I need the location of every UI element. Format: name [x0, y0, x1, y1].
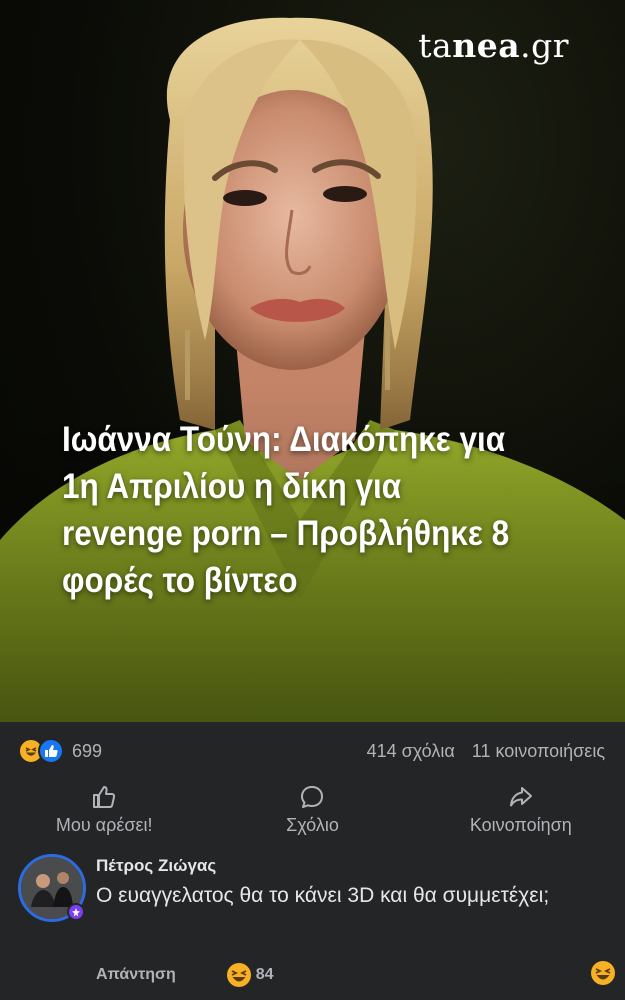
haha-icon [226, 963, 251, 987]
comments-count[interactable]: 414 σχόλια [367, 741, 455, 761]
post-stats: 699 414 σχόλια 11 κοινοποιήσεις [0, 722, 625, 780]
profile-badge-icon [67, 903, 85, 921]
shares-count[interactable]: 11 κοινοποιήσεις [472, 741, 605, 761]
comment-label: Σχόλιο [286, 815, 339, 835]
brand-logo: tanea.gr [418, 26, 569, 65]
comment-reactions[interactable]: 84 [226, 962, 274, 988]
share-label: Κοινοποίηση [469, 815, 572, 835]
post-headline: Ιωάννα Τούνη: Διακόπηκε για 1η Απριλίου … [62, 420, 510, 600]
post-image[interactable]: tanea.gr Ιωάννα Τούνη: Διακόπηκε για 1η … [0, 0, 625, 722]
comment-author[interactable]: Πέτρος Ζιώγας [96, 856, 601, 876]
share-icon [509, 787, 532, 807]
reactions-count: 699 [72, 740, 103, 761]
like-label: Μου αρέσει! [55, 815, 153, 835]
comment-button[interactable]: Σχόλιο [212, 784, 412, 836]
reply-button[interactable]: Απάντηση [96, 966, 176, 984]
like-icon [38, 738, 64, 764]
reaction-summary[interactable]: 699 [18, 738, 102, 764]
like-button[interactable]: Μου αρέσει! [4, 784, 204, 836]
comment-icon [301, 786, 324, 808]
post-actions: Μου αρέσει! Σχόλιο Κοινοποίηση [0, 784, 625, 846]
comment-text: Ο ευαγγελατος θα το κάνει 3D και θα συμμ… [96, 884, 550, 907]
haha-icon [591, 961, 615, 985]
share-button[interactable]: Κοινοποίηση [421, 784, 621, 836]
comment-reaction-count: 84 [255, 966, 274, 983]
react-button[interactable] [590, 960, 616, 991]
thumbs-up-icon [93, 786, 116, 808]
portrait-photo [0, 17, 625, 722]
